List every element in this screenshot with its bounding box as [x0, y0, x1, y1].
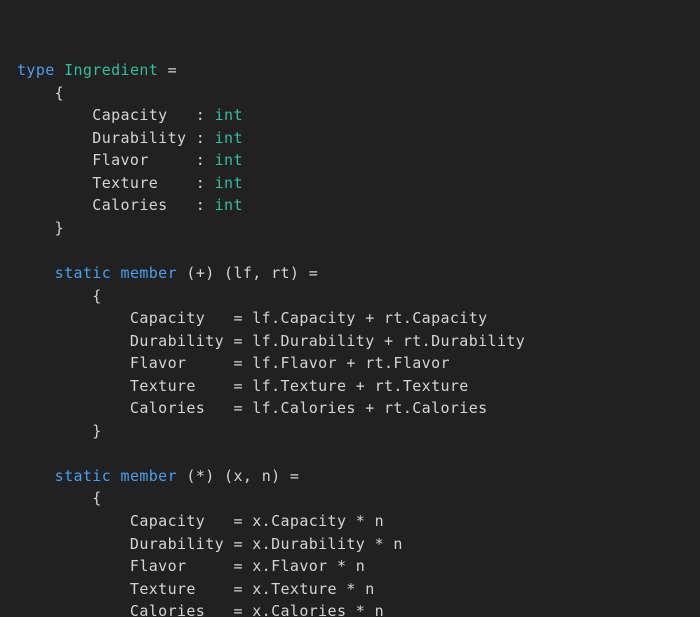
code-token-punct: } — [17, 219, 64, 237]
code-line[interactable]: Flavor : int — [17, 149, 700, 172]
code-line[interactable]: { — [17, 285, 700, 308]
code-token-punct: { — [17, 287, 102, 305]
code-line[interactable]: { — [17, 487, 700, 510]
code-line-blank[interactable] — [17, 442, 700, 465]
code-token-plain: Calories = lf.Calories + rt.Calories — [17, 399, 488, 417]
code-line[interactable]: Calories = lf.Calories + rt.Calories — [17, 397, 700, 420]
code-token-plain: = — [158, 61, 177, 79]
code-token-plain: (*) (x, n) = — [177, 467, 299, 485]
code-line[interactable]: Flavor = lf.Flavor + rt.Flavor — [17, 352, 700, 375]
code-token-type: Ingredient — [64, 61, 158, 79]
code-token-type: int — [215, 196, 243, 214]
code-line[interactable]: Durability : int — [17, 127, 700, 150]
code-token-punct: } — [17, 422, 102, 440]
code-token-plain: Flavor = lf.Flavor + rt.Flavor — [17, 354, 450, 372]
code-token-plain: Durability : — [17, 129, 215, 147]
code-token-type: int — [215, 106, 243, 124]
code-token-plain: Texture = x.Texture * n — [17, 580, 375, 598]
code-line[interactable]: { — [17, 82, 700, 105]
code-token-plain — [17, 467, 55, 485]
code-token-plain: Texture : — [17, 174, 215, 192]
code-token-plain: Capacity = x.Capacity * n — [17, 512, 384, 530]
code-line[interactable]: Capacity = lf.Capacity + rt.Capacity — [17, 307, 700, 330]
code-token-plain: Flavor : — [17, 151, 215, 169]
code-editor-surface[interactable]: type Ingredient = { Capacity : int Durab… — [0, 0, 700, 617]
code-token-type: int — [215, 151, 243, 169]
code-token-plain: Durability = lf.Durability + rt.Durabili… — [17, 332, 525, 350]
code-token-keyword: static member — [55, 264, 177, 282]
code-token-plain: Flavor = x.Flavor * n — [17, 557, 365, 575]
code-line[interactable]: Durability = lf.Durability + rt.Durabili… — [17, 330, 700, 353]
code-line[interactable]: Calories = x.Calories * n — [17, 600, 700, 617]
code-line[interactable]: static member (+) (lf, rt) = — [17, 262, 700, 285]
code-line-blank[interactable] — [17, 239, 700, 262]
code-line[interactable]: Texture = x.Texture * n — [17, 578, 700, 601]
code-line[interactable]: type Ingredient = — [17, 59, 700, 82]
code-lines-container: type Ingredient = { Capacity : int Durab… — [17, 59, 700, 617]
code-line[interactable]: Flavor = x.Flavor * n — [17, 555, 700, 578]
code-token-plain: Durability = x.Durability * n — [17, 535, 403, 553]
code-line[interactable]: Texture = lf.Texture + rt.Texture — [17, 375, 700, 398]
code-line[interactable]: } — [17, 217, 700, 240]
code-line[interactable]: static member (*) (x, n) = — [17, 465, 700, 488]
code-token-plain — [17, 264, 55, 282]
code-line[interactable]: Texture : int — [17, 172, 700, 195]
code-line[interactable]: Capacity = x.Capacity * n — [17, 510, 700, 533]
code-line[interactable]: } — [17, 420, 700, 443]
code-token-punct: { — [17, 489, 102, 507]
code-token-type: int — [215, 174, 243, 192]
code-token-plain: (+) (lf, rt) = — [177, 264, 318, 282]
code-token-plain — [55, 61, 64, 79]
code-token-type: int — [215, 129, 243, 147]
code-token-plain: Calories = x.Calories * n — [17, 602, 384, 617]
code-token-plain: Capacity = lf.Capacity + rt.Capacity — [17, 309, 488, 327]
code-line[interactable]: Durability = x.Durability * n — [17, 533, 700, 556]
code-token-punct: { — [17, 84, 64, 102]
code-token-plain: Texture = lf.Texture + rt.Texture — [17, 377, 469, 395]
code-token-plain: Capacity : — [17, 106, 215, 124]
code-line[interactable]: Capacity : int — [17, 104, 700, 127]
code-token-keyword: static member — [55, 467, 177, 485]
code-line[interactable]: Calories : int — [17, 194, 700, 217]
code-token-keyword: type — [17, 61, 55, 79]
code-token-plain: Calories : — [17, 196, 215, 214]
